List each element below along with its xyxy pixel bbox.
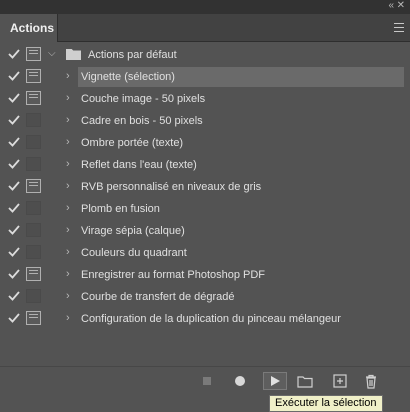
action-row[interactable]: › Vignette (sélection) xyxy=(3,66,407,88)
panel-top-strip: « ✕ xyxy=(0,0,410,14)
checkmark-icon[interactable] xyxy=(7,91,21,105)
checkmark-icon[interactable] xyxy=(7,69,21,83)
delete-button[interactable] xyxy=(361,372,381,390)
action-row[interactable]: › Plomb en fusion xyxy=(3,198,407,220)
folder-icon xyxy=(297,375,313,388)
panel-tab-bar: Actions xyxy=(0,14,410,42)
dialog-toggle-icon[interactable] xyxy=(26,245,41,259)
action-row[interactable]: › RVB personnalisé en niveaux de gris xyxy=(3,176,407,198)
action-label: Courbe de transfert de dégradé xyxy=(81,291,235,303)
action-label: Ombre portée (texte) xyxy=(81,137,184,149)
action-label: Enregistrer au format Photoshop PDF xyxy=(81,269,266,281)
checkmark-icon[interactable] xyxy=(7,289,21,303)
action-label: Virage sépia (calque) xyxy=(81,225,185,237)
play-tooltip: Exécuter la sélection xyxy=(269,395,383,412)
chevron-right-icon[interactable]: › xyxy=(66,202,76,214)
dialog-toggle-icon[interactable] xyxy=(26,91,41,105)
close-panel-icon[interactable]: ✕ xyxy=(397,1,405,11)
action-row[interactable]: › Cadre en bois - 50 pixels xyxy=(3,110,407,132)
chevron-right-icon[interactable]: › xyxy=(66,180,76,192)
dialog-toggle-icon[interactable] xyxy=(26,311,41,325)
dialog-toggle-icon[interactable] xyxy=(26,135,41,149)
action-set-row[interactable]: ⌵ Actions par défaut xyxy=(3,44,407,66)
dialog-toggle-icon[interactable] xyxy=(26,47,41,61)
dialog-toggle-icon[interactable] xyxy=(26,69,41,83)
action-label: Configuration de la duplication du pince… xyxy=(81,313,341,325)
checkmark-icon[interactable] xyxy=(7,223,21,237)
action-label: Couche image - 50 pixels xyxy=(81,93,206,105)
chevron-right-icon[interactable]: › xyxy=(66,136,76,148)
checkmark-icon[interactable] xyxy=(7,113,21,127)
dialog-toggle-icon[interactable] xyxy=(26,201,41,215)
new-action-icon xyxy=(333,374,347,388)
chevron-right-icon[interactable]: › xyxy=(66,224,76,236)
checkmark-icon[interactable] xyxy=(7,179,21,193)
action-label: Actions par défaut xyxy=(88,49,177,61)
action-label: Reflet dans l'eau (texte) xyxy=(81,159,197,171)
chevron-right-icon[interactable]: › xyxy=(66,290,76,302)
action-row[interactable]: › Enregistrer au format Photoshop PDF xyxy=(3,264,407,286)
dialog-toggle-icon[interactable] xyxy=(26,179,41,193)
trash-icon xyxy=(366,374,376,389)
action-label: Couleurs du quadrant xyxy=(81,247,187,259)
checkmark-icon[interactable] xyxy=(7,157,21,171)
actions-toolbar xyxy=(0,366,410,394)
action-label: Plomb en fusion xyxy=(81,203,160,215)
checkmark-icon[interactable] xyxy=(7,311,21,325)
tab-actions[interactable]: Actions xyxy=(0,14,58,42)
action-label: RVB personnalisé en niveaux de gris xyxy=(81,181,262,193)
chevron-down-icon[interactable]: ⌵ xyxy=(48,48,58,60)
chevron-right-icon[interactable]: › xyxy=(66,312,76,324)
action-row[interactable]: › Courbe de transfert de dégradé xyxy=(3,286,407,308)
checkmark-icon[interactable] xyxy=(7,135,21,149)
actions-list: ⌵ Actions par défaut › Vignette (sélection)… xyxy=(3,44,407,366)
chevron-right-icon[interactable]: › xyxy=(66,158,76,170)
action-row[interactable]: › Virage sépia (calque) xyxy=(3,220,407,242)
action-row[interactable]: › Reflet dans l'eau (texte) xyxy=(3,154,407,176)
action-row[interactable]: › Couche image - 50 pixels xyxy=(3,88,407,110)
chevron-right-icon[interactable]: › xyxy=(66,70,76,82)
action-row[interactable]: › Ombre portée (texte) xyxy=(3,132,407,154)
stop-icon xyxy=(203,377,211,385)
dialog-toggle-icon[interactable] xyxy=(26,157,41,171)
collapse-panels-icon[interactable]: « xyxy=(388,1,393,11)
record-button[interactable] xyxy=(230,372,250,390)
action-row[interactable]: › Couleurs du quadrant xyxy=(3,242,407,264)
new-set-button[interactable] xyxy=(295,372,315,390)
action-row[interactable]: › Configuration de la duplication du pinc… xyxy=(3,308,407,330)
chevron-right-icon[interactable]: › xyxy=(66,114,76,126)
record-icon xyxy=(235,376,245,386)
chevron-right-icon[interactable]: › xyxy=(66,92,76,104)
panel-menu-icon[interactable] xyxy=(394,23,404,32)
action-label: Vignette (sélection) xyxy=(81,71,175,83)
play-icon xyxy=(271,376,280,386)
checkmark-icon[interactable] xyxy=(7,201,21,215)
new-action-button[interactable] xyxy=(330,372,350,390)
play-button[interactable] xyxy=(263,372,287,390)
checkmark-icon[interactable] xyxy=(7,267,21,281)
checkmark-icon[interactable] xyxy=(7,47,21,61)
dialog-toggle-icon[interactable] xyxy=(26,113,41,127)
dialog-toggle-icon[interactable] xyxy=(26,289,41,303)
action-label: Cadre en bois - 50 pixels xyxy=(81,115,203,127)
chevron-right-icon[interactable]: › xyxy=(66,246,76,258)
stop-button[interactable] xyxy=(197,372,217,390)
dialog-toggle-icon[interactable] xyxy=(26,267,41,281)
folder-icon xyxy=(66,49,81,60)
chevron-right-icon[interactable]: › xyxy=(66,268,76,280)
dialog-toggle-icon[interactable] xyxy=(26,223,41,237)
checkmark-icon[interactable] xyxy=(7,245,21,259)
